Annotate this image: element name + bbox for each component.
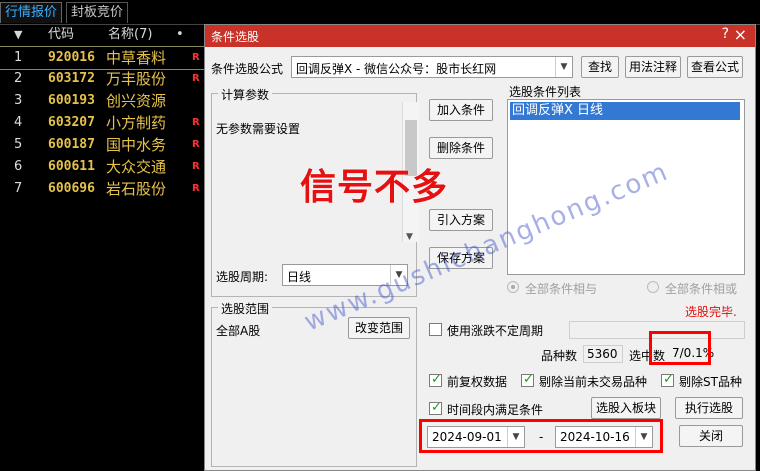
column-name[interactable]: 名称(7) xyxy=(108,25,152,45)
margin-flag: R xyxy=(192,139,200,150)
highlight-box-dates xyxy=(419,419,663,453)
condition-item[interactable]: 回调反弹X 日线 xyxy=(510,102,740,120)
stock-name: 中草香料 xyxy=(106,49,167,67)
execute-button[interactable]: 执行选股 xyxy=(675,397,743,419)
dialog-titlebar: 条件选股 ? × xyxy=(205,25,755,47)
table-row[interactable]: 7 600696 岩石股份 R xyxy=(0,178,210,200)
column-dot: • xyxy=(176,27,184,42)
margin-flag: R xyxy=(192,52,200,63)
dialog-title: 条件选股 xyxy=(211,30,260,44)
margin-flag: R xyxy=(192,161,200,172)
scroll-down-icon[interactable]: ▼ xyxy=(406,232,413,242)
params-text: 无参数需要设置 xyxy=(216,122,301,136)
adjusted-data-label: 前复权数据 xyxy=(447,375,508,389)
tab-quotes[interactable]: 行情报价 xyxy=(0,2,63,23)
stock-code: 920016 xyxy=(48,50,95,65)
radio-and[interactable] xyxy=(507,281,519,293)
time-range-checkbox[interactable]: ✓ xyxy=(429,400,442,415)
formula-select[interactable]: 回调反弹X - 微信公众号：股市长红网 ▼ xyxy=(291,56,573,78)
limit-period-checkbox[interactable] xyxy=(429,323,442,336)
row-index: 6 xyxy=(14,159,23,174)
margin-flag: R xyxy=(192,73,200,84)
close-button[interactable]: 关闭 xyxy=(679,425,743,447)
overlay-caption: 信号不多 xyxy=(300,167,449,208)
tab-auction[interactable]: 封板竞价 xyxy=(66,2,129,23)
margin-flag: R xyxy=(192,117,200,128)
usage-notes-button[interactable]: 用法注释 xyxy=(625,56,681,78)
condition-list-label: 选股条件列表 xyxy=(509,85,582,99)
delete-condition-button[interactable]: 删除条件 xyxy=(429,137,493,159)
add-to-board-button[interactable]: 选股入板块 xyxy=(591,397,661,419)
count-label: 品种数 xyxy=(541,349,578,363)
import-plan-button[interactable]: 引入方案 xyxy=(429,209,493,231)
stock-name: 万丰股份 xyxy=(106,70,167,88)
stock-name: 国中水务 xyxy=(106,136,167,154)
margin-flag: R xyxy=(192,183,200,194)
row-index: 4 xyxy=(14,115,23,130)
exclude-st-checkbox[interactable]: ✓ xyxy=(661,372,674,387)
radio-or-label: 全部条件相或 xyxy=(665,282,738,296)
stock-name: 创兴资源 xyxy=(106,92,167,110)
view-formula-button[interactable]: 查看公式 xyxy=(687,56,743,78)
highlight-box-selected xyxy=(649,331,711,365)
row-index: 3 xyxy=(14,93,23,108)
params-group-title: 计算参数 xyxy=(218,86,273,103)
change-range-button[interactable]: 改变范围 xyxy=(348,317,410,339)
row-index: 2 xyxy=(14,71,23,86)
find-button[interactable]: 查找 xyxy=(581,56,619,78)
stock-code: 603172 xyxy=(48,71,95,86)
table-row[interactable]: 1 920016 中草香料 R xyxy=(0,46,210,70)
formula-select-value: 回调反弹X - 微信公众号：股市长红网 xyxy=(296,62,497,76)
chevron-down-icon[interactable]: ▼ xyxy=(555,57,572,77)
stock-code: 600187 xyxy=(48,137,95,152)
table-row[interactable]: 5 600187 国中水务 R xyxy=(0,134,210,156)
close-icon[interactable]: × xyxy=(734,25,747,44)
sort-indicator-icon[interactable]: ▼ xyxy=(14,25,22,45)
add-condition-button[interactable]: 加入条件 xyxy=(429,99,493,121)
radio-or[interactable] xyxy=(647,281,659,293)
column-code[interactable]: 代码 xyxy=(48,25,74,45)
stock-code: 603207 xyxy=(48,115,95,130)
time-range-label: 时间段内满足条件 xyxy=(447,403,544,417)
radio-and-label: 全部条件相与 xyxy=(525,282,598,296)
exclude-untraded-label: 剔除当前未交易品种 xyxy=(539,375,648,389)
row-index: 1 xyxy=(14,50,23,65)
stock-code: 600611 xyxy=(48,159,95,174)
row-index: 7 xyxy=(14,181,23,196)
period-label: 选股周期: xyxy=(216,270,269,284)
stock-code: 600193 xyxy=(48,93,95,108)
table-row[interactable]: 6 600611 大众交通 R xyxy=(0,156,210,178)
stock-name: 大众交通 xyxy=(106,158,167,176)
help-icon[interactable]: ? xyxy=(722,26,729,42)
row-index: 5 xyxy=(14,137,23,152)
adjusted-data-checkbox[interactable]: ✓ xyxy=(429,372,442,387)
stock-code: 600696 xyxy=(48,181,95,196)
status-text: 选股完毕. xyxy=(685,305,737,319)
range-value: 全部A股 xyxy=(216,324,261,338)
stock-name: 小方制药 xyxy=(106,114,167,132)
table-row[interactable]: 2 603172 万丰股份 R xyxy=(0,68,210,90)
table-row[interactable]: 4 603207 小方制药 R xyxy=(0,112,210,134)
formula-label: 条件选股公式 xyxy=(211,62,284,76)
exclude-st-label: 剔除ST品种 xyxy=(679,375,742,389)
stock-name: 岩石股份 xyxy=(106,180,167,198)
table-row[interactable]: 3 600193 创兴资源 xyxy=(0,90,210,112)
limit-period-label: 使用涨跌不定周期 xyxy=(447,324,544,338)
period-select-value: 日线 xyxy=(287,270,312,284)
exclude-untraded-checkbox[interactable]: ✓ xyxy=(521,372,534,387)
quote-tabs: 行情报价 封板竞价 xyxy=(0,0,760,25)
range-group-title: 选股范围 xyxy=(218,300,273,317)
count-value: 5360 xyxy=(583,345,623,363)
